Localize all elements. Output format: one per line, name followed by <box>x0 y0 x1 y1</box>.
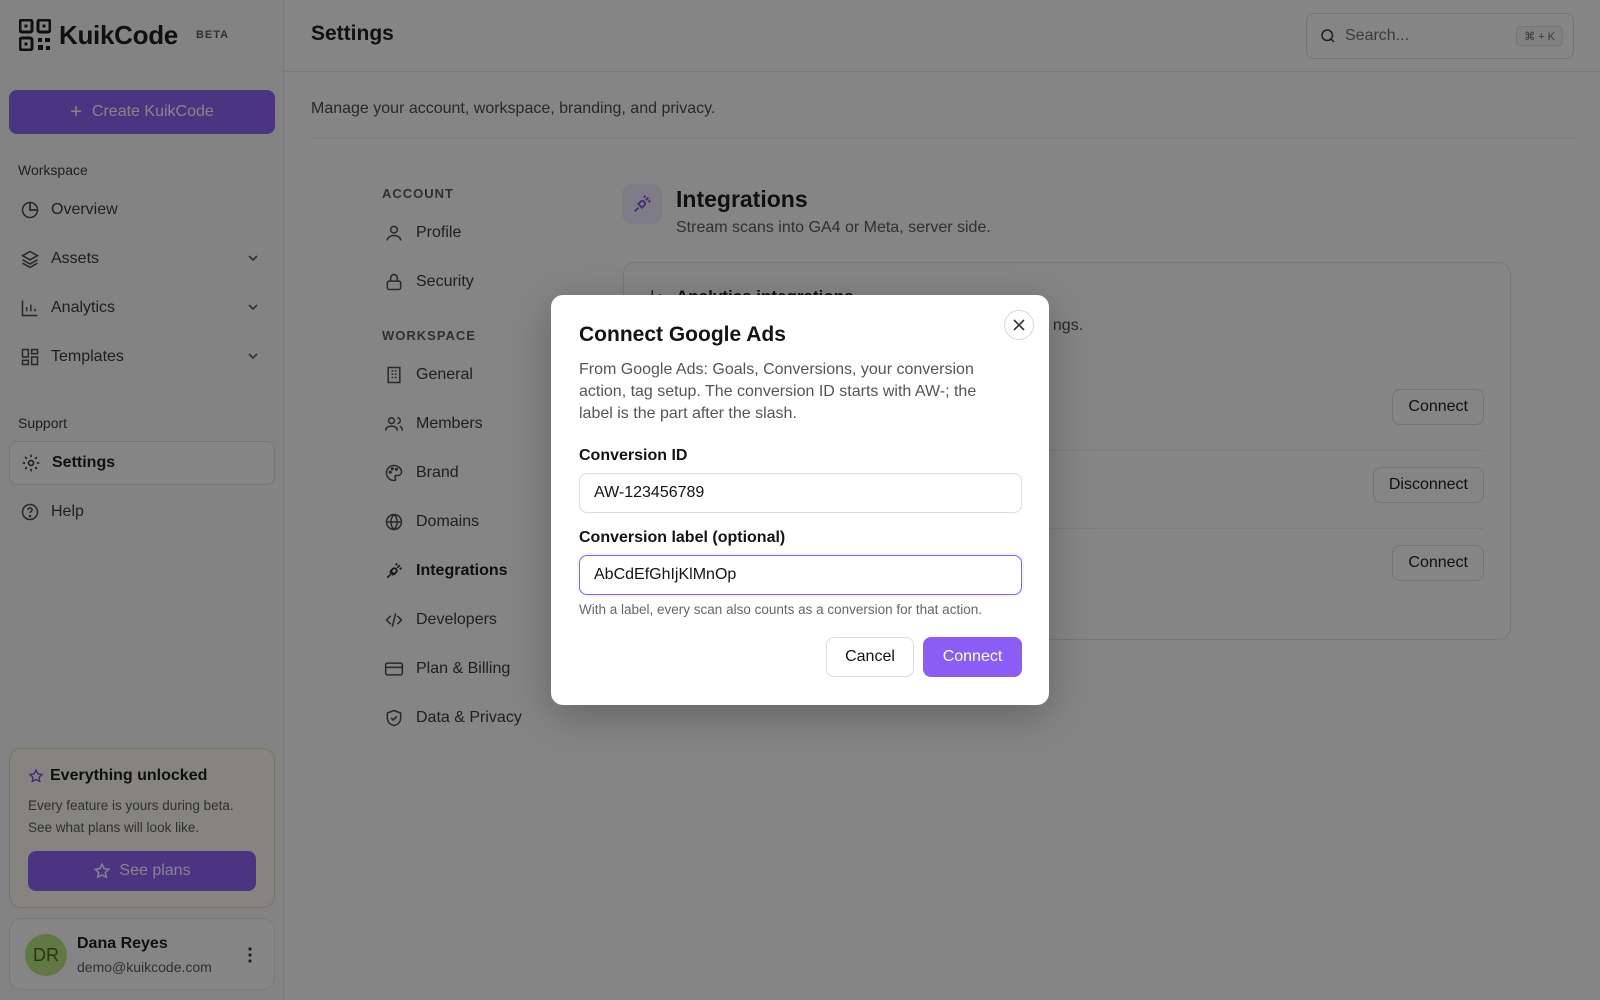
dialog-description: From Google Ads: Goals, Conversions, you… <box>579 361 977 422</box>
connect-google-ads-dialog: Connect Google Ads From Google Ads: Goal… <box>551 295 1049 705</box>
conversion-label-label: Conversion label (optional) <box>579 529 786 546</box>
close-button[interactable] <box>1004 310 1034 340</box>
conversion-label-field[interactable] <box>579 555 1022 595</box>
conversion-label-help: With a label, every scan also counts as … <box>579 602 982 617</box>
conversion-id-label: Conversion ID <box>579 447 688 464</box>
conversion-id-field[interactable] <box>579 473 1022 513</box>
dialog-title: Connect Google Ads <box>579 323 786 346</box>
connect-button[interactable]: Connect <box>923 637 1022 677</box>
close-icon <box>1013 319 1025 331</box>
cancel-button[interactable]: Cancel <box>826 637 914 677</box>
